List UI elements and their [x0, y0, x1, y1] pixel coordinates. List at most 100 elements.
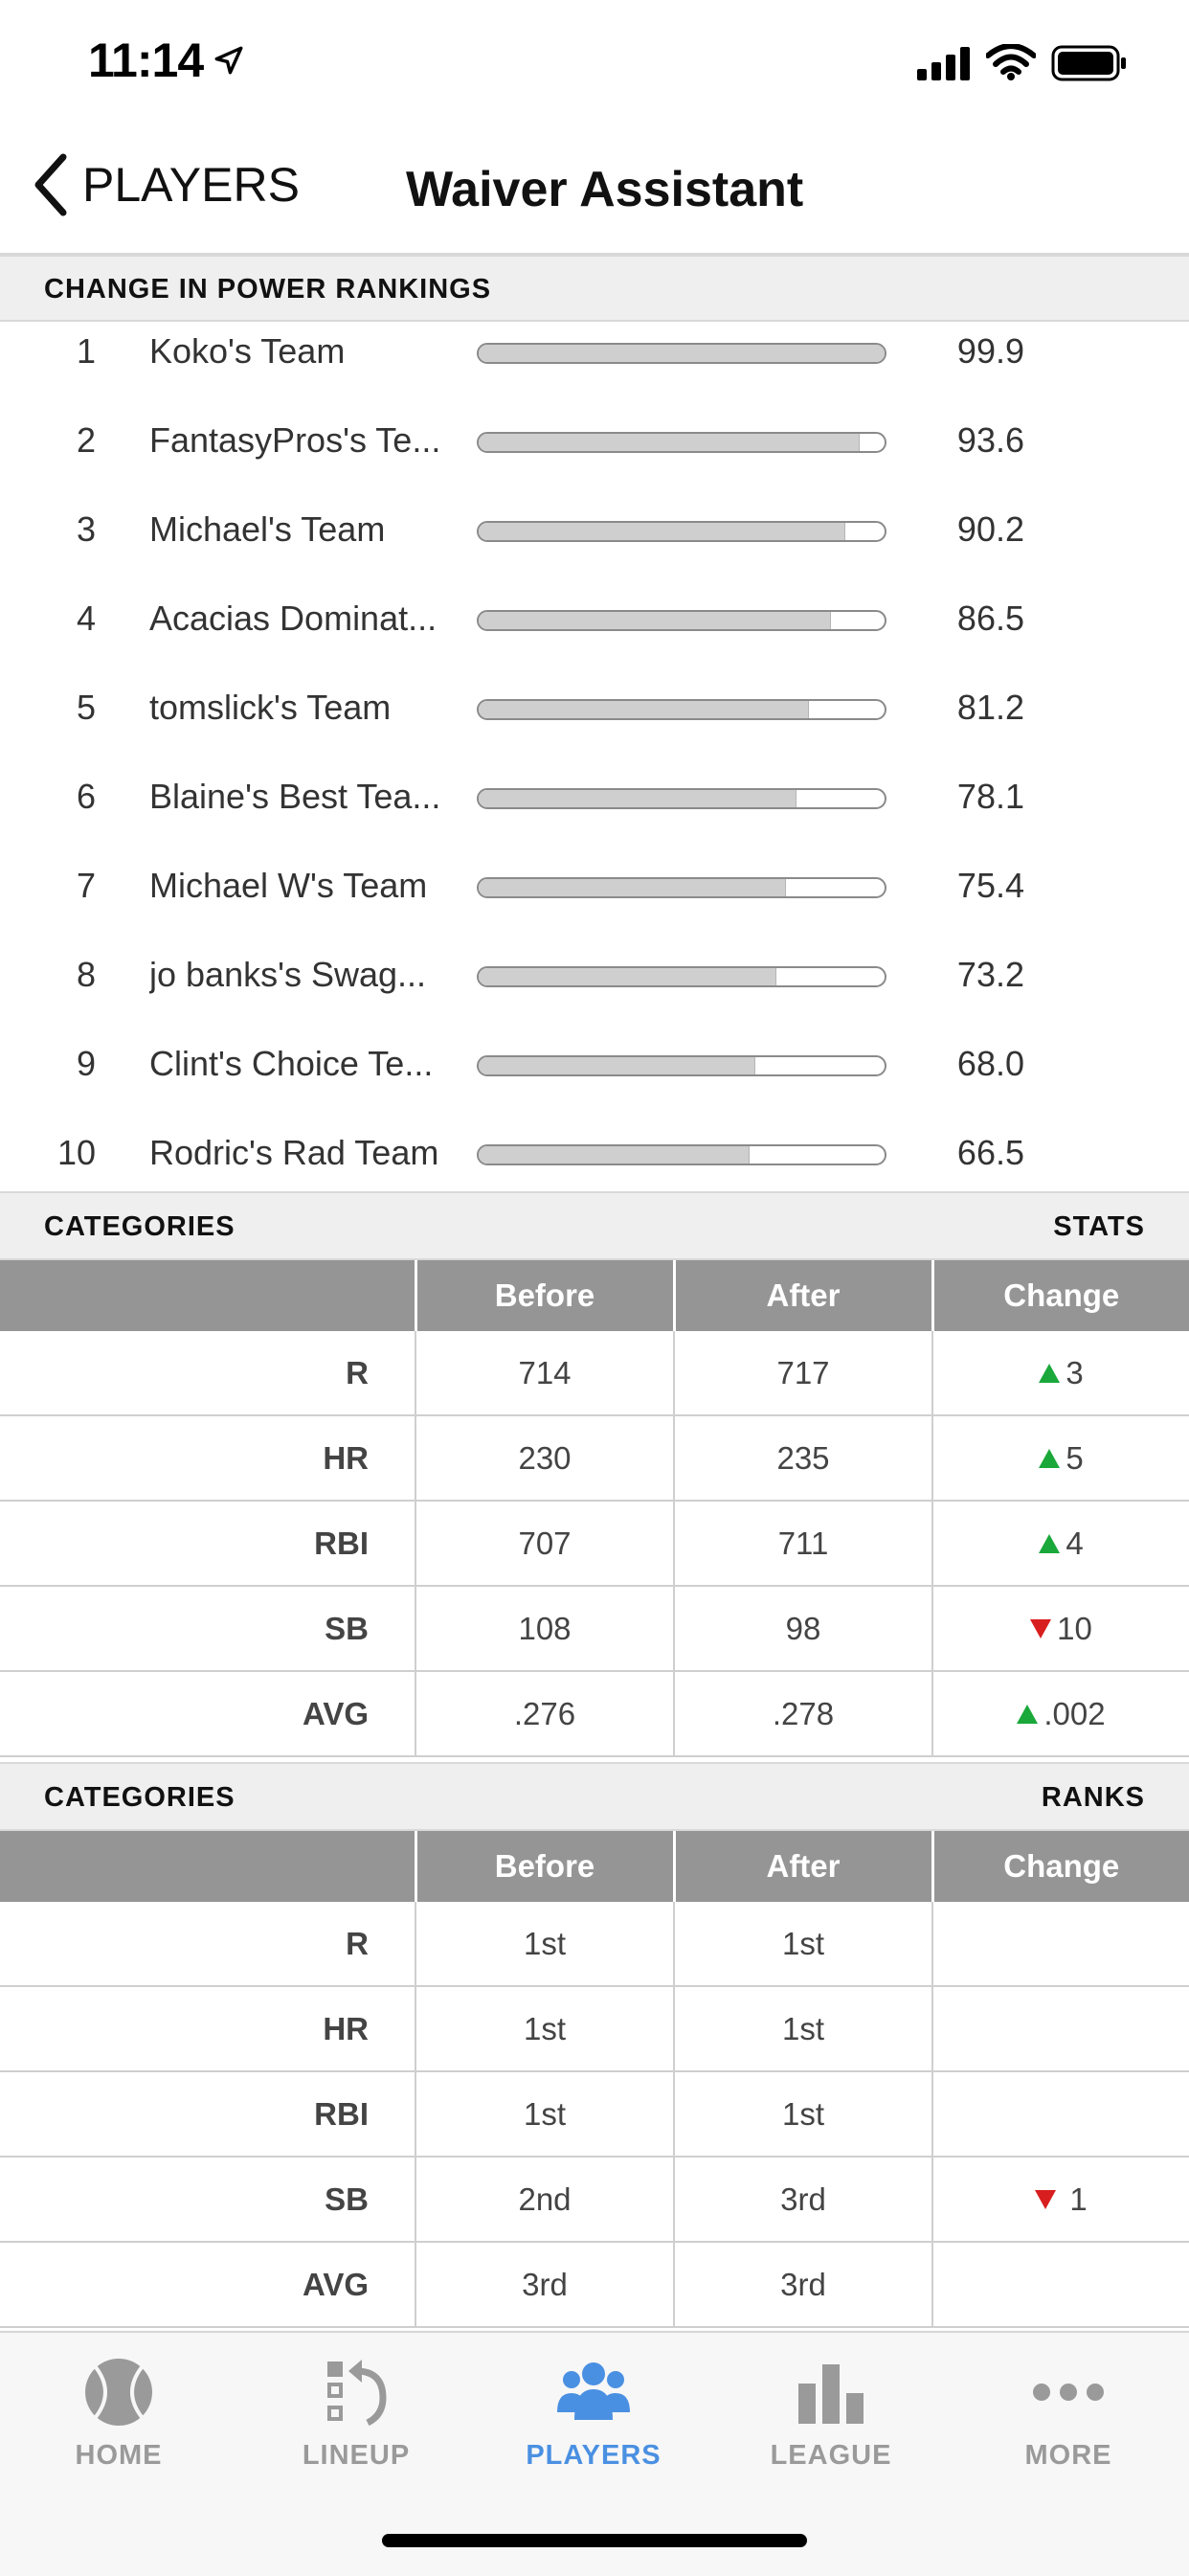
- score-bar-fill: [479, 790, 797, 807]
- ranking-position: 8: [76, 955, 96, 994]
- change-cell: .002: [932, 1671, 1189, 1757]
- team-score: 86.5: [956, 599, 1024, 638]
- baseball-icon: [85, 2359, 152, 2426]
- team-score: 75.4: [956, 866, 1024, 905]
- team-name: Michael's Team: [149, 509, 386, 549]
- status-time-group: 11:14: [88, 33, 245, 88]
- score-bar: [477, 966, 886, 987]
- stats-table: Before After Change R 714 717 3 HR 230 235 5 RBI 707…: [0, 1260, 1189, 1757]
- table-row: AVG 3rd 3rd: [0, 2242, 1189, 2328]
- ranking-position: 9: [76, 1044, 96, 1083]
- bar-chart-icon: [798, 2364, 864, 2424]
- lineup-icon: [327, 2360, 387, 2427]
- change-cell: [932, 1902, 1189, 1987]
- chevron-left-icon: [34, 153, 67, 216]
- score-bar-fill: [479, 434, 860, 451]
- column-header: Before: [415, 1831, 676, 1902]
- down-arrow-icon: [1035, 2190, 1057, 2209]
- tab-home[interactable]: HOME: [0, 2352, 237, 2496]
- tab-lineup[interactable]: LINEUP: [237, 2352, 475, 2496]
- before-cell: 2nd: [415, 2157, 675, 2243]
- stats-section-header: CATEGORIES STATS: [0, 1191, 1189, 1260]
- ranking-position: 5: [76, 688, 96, 727]
- before-cell: 108: [415, 1586, 675, 1672]
- category-cell: HR: [0, 1415, 416, 1502]
- before-cell: 1st: [415, 1902, 675, 1987]
- column-header: After: [674, 1260, 934, 1331]
- table-row: AVG .276.278 .002: [0, 1671, 1189, 1757]
- power-rankings-header: CHANGE IN POWER RANKINGS: [0, 255, 1189, 322]
- tab-players-label: PLAYERS: [526, 2440, 662, 2471]
- ranking-row: 4 Acacias Dominat... 86.5: [0, 593, 1189, 682]
- change-cell: 10: [932, 1586, 1189, 1672]
- status-bar: 11:14: [0, 0, 1189, 124]
- ranking-position: 7: [76, 866, 96, 905]
- before-cell: 230: [415, 1415, 675, 1502]
- change-cell: 1: [932, 2157, 1189, 2243]
- location-arrow-icon: [214, 46, 243, 75]
- category-cell: SB: [0, 1586, 416, 1672]
- back-button[interactable]: PLAYERS: [33, 153, 300, 216]
- category-cell: AVG: [0, 2242, 416, 2328]
- category-cell: R: [0, 1331, 416, 1416]
- ranking-row: 1 Koko's Team 99.9: [0, 326, 1189, 415]
- ranking-row: 5 tomslick's Team 81.2: [0, 682, 1189, 771]
- category-cell: RBI: [0, 2071, 416, 2158]
- tab-more[interactable]: MORE: [950, 2352, 1187, 2496]
- tab-league[interactable]: LEAGUE: [712, 2352, 950, 2496]
- home-indicator[interactable]: [382, 2534, 807, 2547]
- tab-players[interactable]: PLAYERS: [475, 2352, 712, 2496]
- team-name: Michael W's Team: [149, 866, 428, 905]
- score-bar: [477, 877, 886, 898]
- column-header: [0, 1831, 417, 1902]
- before-cell: 1st: [415, 1986, 675, 2072]
- team-score: 99.9: [956, 331, 1024, 371]
- ranking-row: 6 Blaine's Best Tea... 78.1: [0, 771, 1189, 860]
- table-row: RBI 1st 1st: [0, 2071, 1189, 2158]
- category-cell: HR: [0, 1986, 416, 2072]
- table-row: R 714 717 3: [0, 1331, 1189, 1416]
- column-header: After: [674, 1831, 934, 1902]
- team-name: FantasyPros's Te...: [149, 420, 441, 460]
- table-row: SB 2nd 3rd 1: [0, 2157, 1189, 2243]
- score-bar: [477, 788, 886, 809]
- score-bar-fill: [479, 1146, 750, 1164]
- team-score: 93.6: [956, 420, 1024, 460]
- after-cell: 3rd: [674, 2242, 933, 2328]
- change-cell: [932, 1986, 1189, 2072]
- navigation-bar: PLAYERS Waiver Assistant: [0, 124, 1189, 255]
- power-rankings-title: CHANGE IN POWER RANKINGS: [44, 274, 492, 305]
- table-row: HR 1st 1st: [0, 1986, 1189, 2072]
- score-bar-fill: [479, 345, 885, 362]
- team-score: 90.2: [956, 509, 1024, 549]
- column-header: Change: [932, 1260, 1189, 1331]
- team-name: Blaine's Best Tea...: [149, 777, 441, 816]
- up-arrow-icon: [1039, 1534, 1061, 1553]
- team-name: jo banks's Swag...: [149, 955, 427, 994]
- change-cell: 3: [932, 1331, 1189, 1416]
- after-cell: 1st: [674, 2071, 933, 2158]
- team-name: Koko's Team: [149, 331, 346, 371]
- column-header: [0, 1260, 417, 1331]
- team-score: 73.2: [956, 955, 1024, 994]
- after-cell: 3rd: [674, 2157, 933, 2243]
- score-bar: [477, 432, 886, 453]
- team-name: tomslick's Team: [149, 688, 392, 727]
- stats-categories-label: CATEGORIES: [44, 1211, 236, 1242]
- score-bar: [477, 1055, 886, 1076]
- ranking-position: 6: [76, 777, 96, 816]
- after-cell: .278: [674, 1671, 933, 1757]
- ranking-row: 2 FantasyPros's Te... 93.6: [0, 415, 1189, 504]
- category-cell: AVG: [0, 1671, 416, 1757]
- team-name: Clint's Choice Te...: [149, 1044, 434, 1083]
- after-cell: 1st: [674, 1902, 933, 1987]
- category-cell: SB: [0, 2157, 416, 2243]
- table-row: SB 108 98 10: [0, 1586, 1189, 1672]
- score-bar-fill: [479, 701, 810, 718]
- change-cell: [932, 2242, 1189, 2328]
- score-bar-fill: [479, 968, 777, 985]
- ranking-position: 10: [56, 1133, 96, 1172]
- up-arrow-icon: [1017, 1705, 1039, 1724]
- tab-league-label: LEAGUE: [770, 2440, 892, 2471]
- score-bar: [477, 610, 886, 631]
